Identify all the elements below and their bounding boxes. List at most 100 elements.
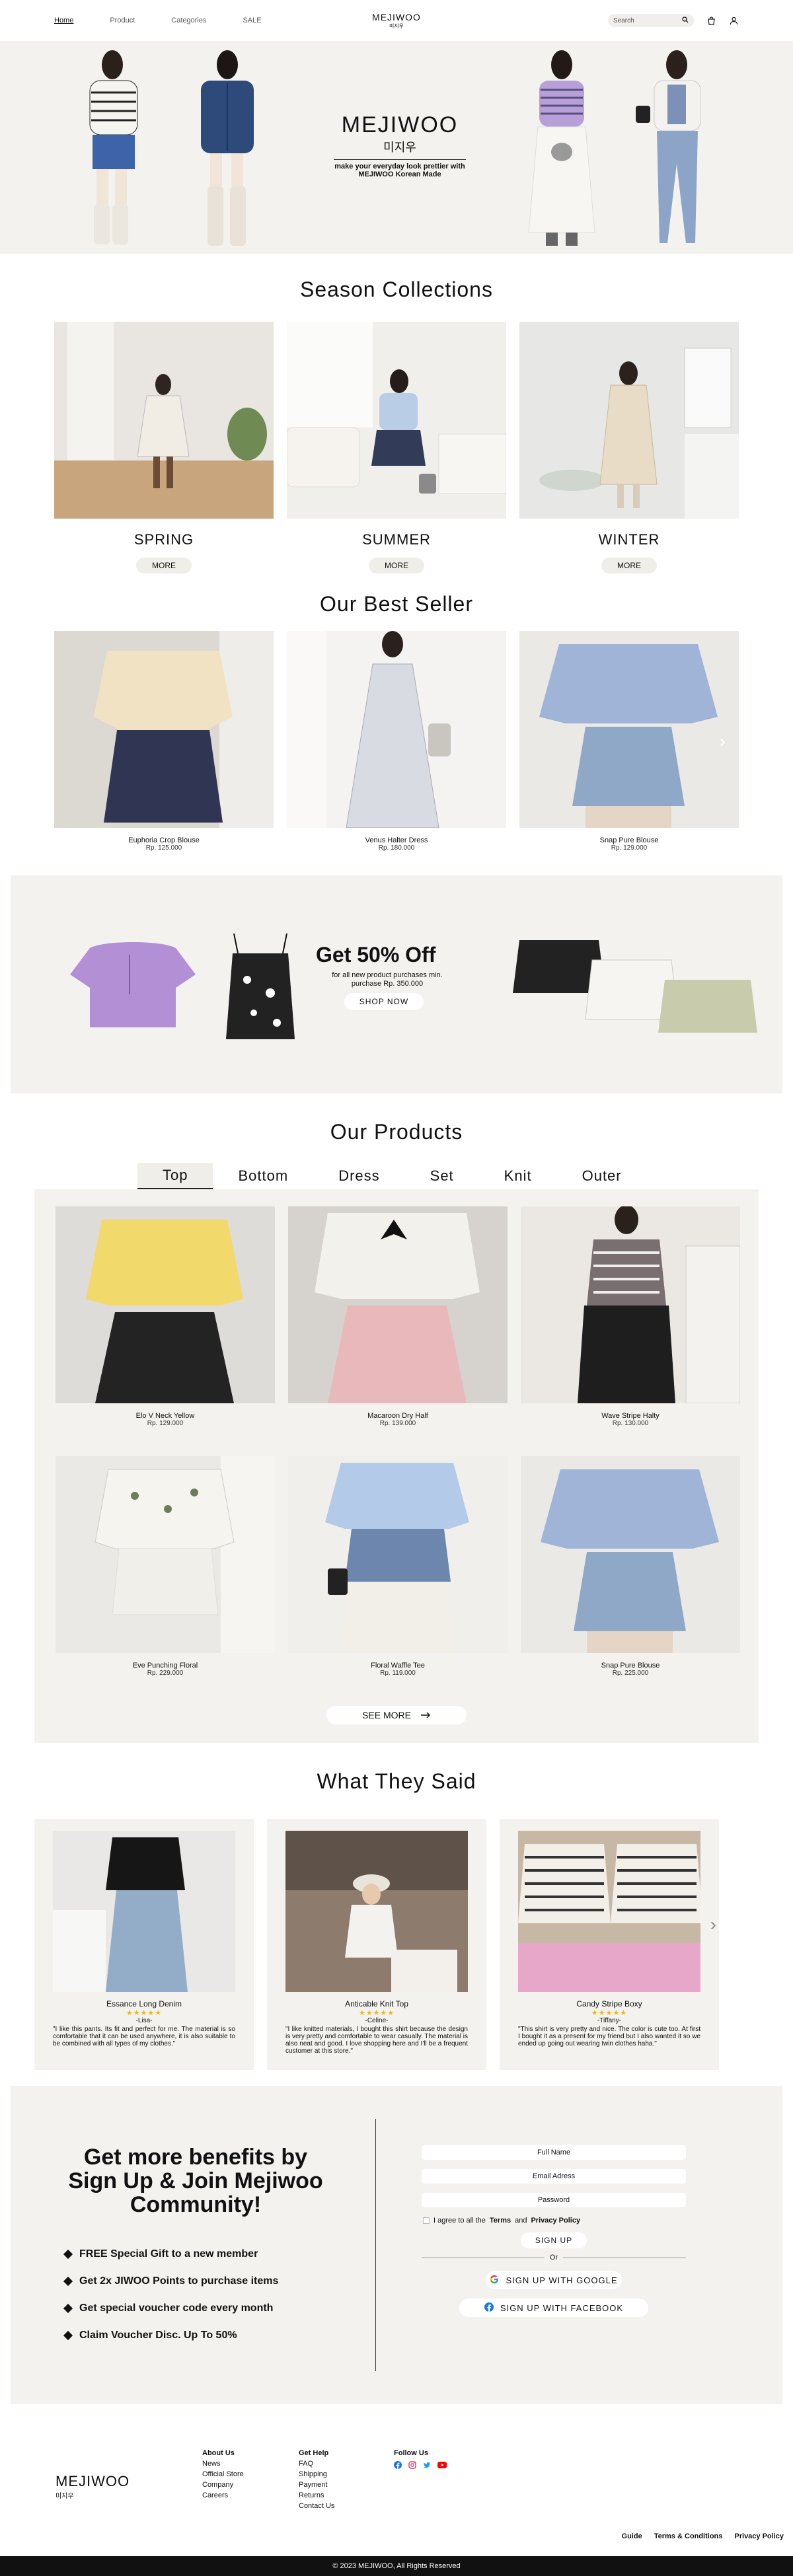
agree-checkbox[interactable]	[423, 2217, 430, 2224]
benefit-item: Get 2x JIWOO Points to purchase items	[63, 2274, 279, 2289]
footer-logo[interactable]: MEJIWOO 미지우	[56, 2473, 130, 2500]
season-photo	[286, 322, 507, 519]
season-card[interactable]: WINTER MORE	[519, 322, 739, 573]
product-card[interactable]: Macaroon Dry Half Rp. 139.000	[288, 1206, 508, 1427]
footer-link-shipping[interactable]: Shipping	[299, 2469, 334, 2480]
instagram-icon[interactable]	[408, 2461, 416, 2472]
product-card[interactable]: › Snap Pure Blouse Rp. 129.000	[519, 631, 739, 852]
more-button[interactable]: MORE	[369, 558, 424, 573]
tab-knit[interactable]: Knit	[479, 1163, 557, 1189]
terms-link[interactable]: Terms	[490, 2217, 511, 2225]
copyright-bar: © 2023 MEJIWOO, All Rights Reserved	[0, 2556, 793, 2576]
testimonial-text: "This shirt is very pretty and nice. The…	[518, 2026, 700, 2047]
product-photo	[56, 1206, 275, 1403]
product-row: Elo V Neck Yellow Rp. 129.000 Macaroon D…	[56, 1205, 741, 1427]
tab-bottom[interactable]: Bottom	[213, 1163, 313, 1189]
testimonials-title: What They Said	[317, 1769, 476, 1793]
product-card[interactable]: Floral Waffle Tee Rp. 119.000	[288, 1456, 508, 1677]
more-button[interactable]: MORE	[601, 558, 657, 573]
arrow-right-icon	[420, 1710, 431, 1720]
nav-sale[interactable]: SALE	[243, 17, 261, 24]
email-field[interactable]: Email Adress	[422, 2169, 686, 2184]
footer-link-contact[interactable]: Contact Us	[299, 2501, 334, 2511]
youtube-icon[interactable]	[437, 2461, 447, 2472]
product-photo	[54, 631, 274, 828]
product-photo	[288, 1456, 508, 1653]
more-button[interactable]: MORE	[136, 558, 192, 573]
footer-link-privacy[interactable]: Privacy Policy	[734, 2532, 784, 2540]
see-more-label: SEE MORE	[362, 1710, 411, 1720]
benefit-item: FREE Special Gift to a new member	[63, 2247, 278, 2262]
footer-link-company[interactable]: Company	[202, 2480, 244, 2490]
product-price: Rp. 229.000	[147, 1670, 184, 1677]
nav-home[interactable]: Home	[54, 17, 73, 24]
shop-now-button[interactable]: SHOP NOW	[344, 993, 424, 1010]
search-icon[interactable]	[682, 16, 689, 25]
footer-logo-text: MEJIWOO	[56, 2473, 130, 2489]
product-photo	[521, 1205, 741, 1404]
footer-link-terms[interactable]: Terms & Conditions	[654, 2532, 723, 2540]
testimonial-card: Essance Long Denim ★★★★★ -Lisa- "I like …	[34, 1819, 254, 2070]
facebook-icon	[484, 2302, 494, 2314]
season-card[interactable]: SPRING MORE	[54, 322, 274, 573]
nav-categories[interactable]: Categories	[171, 17, 206, 24]
nav-actions: Search	[608, 14, 739, 27]
google-signup-button[interactable]: SIGN UP WITH GOOGLE	[486, 2271, 622, 2289]
carousel-next-icon[interactable]: ›	[720, 731, 726, 752]
product-name: Elo V Neck Yellow	[135, 1412, 195, 1420]
search-input[interactable]: Search	[608, 14, 694, 27]
product-price: Rp. 129.000	[147, 1420, 184, 1427]
search-placeholder: Search	[613, 17, 634, 24]
promo-product-image	[70, 942, 196, 1027]
tab-outer[interactable]: Outer	[557, 1163, 647, 1189]
agree-text: I agree to all the	[434, 2217, 486, 2225]
footer-link-news[interactable]: News	[202, 2458, 244, 2469]
logo-text: MEJIWOO	[372, 12, 421, 22]
twitter-icon[interactable]	[423, 2461, 431, 2472]
carousel-next-icon[interactable]: ›	[710, 1914, 716, 1935]
hero-brand: MEJIWOO 미지우 make your everyday look pret…	[330, 112, 469, 178]
season-card[interactable]: SUMMER MORE	[286, 322, 507, 573]
product-card[interactable]: Euphoria Crop Blouse Rp. 125.000	[54, 631, 274, 852]
user-icon[interactable]	[728, 15, 739, 26]
see-more-button[interactable]: SEE MORE	[326, 1706, 467, 1724]
tab-set[interactable]: Set	[405, 1163, 479, 1189]
facebook-icon[interactable]	[394, 2461, 402, 2472]
product-card[interactable]: Elo V Neck Yellow Rp. 129.000	[56, 1206, 275, 1427]
testimonial-card: › Candy Stripe Boxy ★★★★★ -Tiffany- "Thi…	[500, 1819, 719, 2070]
full-name-field[interactable]: Full Name	[422, 2145, 686, 2160]
tab-top[interactable]: Top	[137, 1163, 213, 1189]
nav-product[interactable]: Product	[110, 17, 135, 24]
cart-icon[interactable]	[706, 15, 716, 26]
privacy-link[interactable]: Privacy Policy	[531, 2217, 580, 2225]
footer-link-returns[interactable]: Returns	[299, 2490, 334, 2501]
season-grid: SPRING MORE SUMMER MORE WINTER MORE	[0, 322, 793, 573]
product-card[interactable]: Venus Halter Dress Rp. 180.000	[287, 631, 506, 852]
sign-up-button[interactable]: SIGN UP	[521, 2232, 587, 2248]
product-card[interactable]: Snap Pure Blouse Rp. 225.000	[521, 1456, 740, 1677]
facebook-signup-button[interactable]: SIGN UP WITH FACEBOOK	[459, 2299, 648, 2317]
benefit-text: Get 2x JIWOO Points to purchase items	[79, 2275, 279, 2287]
footer-heading: About Us	[202, 2449, 235, 2457]
footer-link-official-store[interactable]: Official Store	[202, 2469, 244, 2480]
testimonial-card: Anticable Knit Top ★★★★★ -Celine- "I lik…	[267, 1819, 486, 2070]
footer-about: About Us News Official Store Company Car…	[202, 2448, 244, 2501]
model-photo	[636, 50, 701, 243]
footer-link-careers[interactable]: Careers	[202, 2490, 244, 2501]
footer-heading: Follow Us	[394, 2449, 428, 2457]
footer-follow: Follow Us	[394, 2448, 447, 2472]
model-photo	[528, 50, 595, 246]
top-nav: Home Product Categories SALE MEJIWOO 미지우…	[0, 0, 793, 41]
footer-link-guide[interactable]: Guide	[622, 2532, 642, 2540]
product-card[interactable]: Wave Stripe Halty Rp. 130.000	[521, 1205, 741, 1427]
footer-link-payment[interactable]: Payment	[299, 2480, 334, 2490]
product-name: Venus Halter Dress	[365, 836, 428, 844]
footer-link-faq[interactable]: FAQ	[299, 2458, 334, 2469]
benefit-text: Claim Voucher Disc. Up To 50%	[79, 2330, 237, 2341]
benefit-text: FREE Special Gift to a new member	[79, 2248, 258, 2260]
tab-dress[interactable]: Dress	[313, 1163, 404, 1189]
testimonial-author: -Tiffany-	[597, 2017, 622, 2024]
site-logo[interactable]: MEJIWOO 미지우	[372, 12, 421, 30]
password-field[interactable]: Password	[422, 2193, 686, 2207]
product-card[interactable]: Eve Punching Floral Rp. 229.000	[56, 1456, 275, 1677]
